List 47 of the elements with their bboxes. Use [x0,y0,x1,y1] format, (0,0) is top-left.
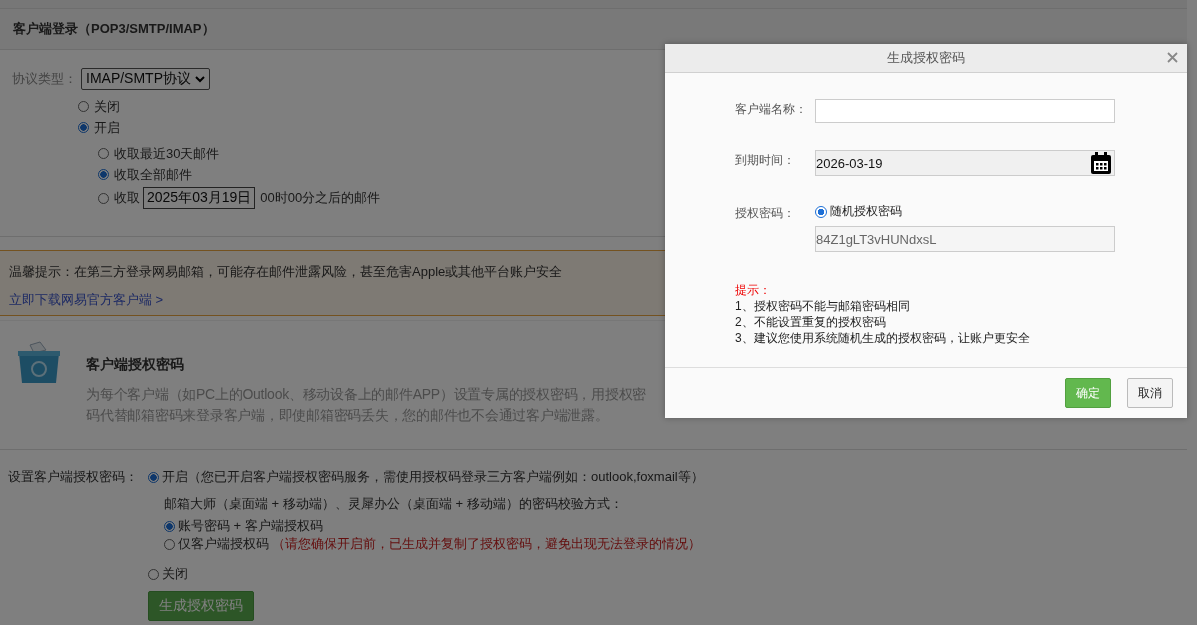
radio-label: 收取最近30天邮件 [114,144,220,163]
radio-label: 开启 [94,118,120,137]
radio-button[interactable] [98,192,109,204]
recycle-bin-icon [16,341,62,385]
client-name-field[interactable] [815,99,1115,123]
radio-label: 随机授权密码 [830,203,902,220]
warning-text: （请您确保开启前，已生成并复制了授权密码，避免出现无法登录的情况） [272,535,701,553]
radio-button[interactable] [98,169,109,180]
close-icon[interactable] [1167,52,1178,63]
tip-text: 2、不能设置重复的授权密码 [735,314,887,330]
section-title: 客户端登录（POP3/SMTP/IMAP） [13,20,215,38]
dialog-title: 生成授权密码 [887,49,965,67]
radio-label: 开启（您已开启客户端授权密码服务，需使用授权码登录三方客户端例如：outlook,foxmail等） [162,468,704,486]
time-suffix: 00时00分之后的邮件 [260,189,381,207]
radio-button[interactable] [148,471,159,483]
notice-text: 温馨提示：在第三方登录网易邮箱，可能存在邮件泄露风险，甚至危害Apple或其他平台账户安全 [9,263,563,281]
field-label: 到期时间： [735,152,796,169]
radio-button[interactable] [815,205,827,218]
verify-title: 邮箱大师（桌面端 + 移动端）、灵犀办公（桌面端 + 移动端）的密码校验方式： [164,495,624,513]
radio-label: 账号密码 + 客户端授权码 [178,517,323,535]
caret-icon [195,75,205,83]
radio-button[interactable] [164,520,175,532]
radio-label: 收取全部邮件 [114,165,192,184]
radio-button[interactable] [98,148,109,159]
password-field: 84Z1gLT3vHUNdxsL [815,226,1115,252]
tip-text: 1、授权密码不能与邮箱密码相同 [735,298,911,314]
radio-button[interactable] [148,568,159,580]
radio-button[interactable] [164,538,175,550]
tips-title: 提示： [735,282,772,298]
expiry-date-field[interactable]: 2026-03-19 [815,150,1115,176]
calendar-icon[interactable] [1090,151,1112,175]
radio-label: 仅客户端授权码 [178,535,269,553]
field-label: 客户端名称： [735,101,808,118]
download-link[interactable]: 立即下载网易官方客户端 > [9,291,164,309]
date-field[interactable]: 2025年03月19日 [143,187,256,209]
cancel-button[interactable]: 取消 [1127,378,1173,408]
radio-label: 关闭 [162,565,188,583]
radio-button[interactable] [78,101,89,112]
radio-label: 关闭 [94,97,120,116]
intro-title: 客户端授权密码 [86,356,185,374]
field-label: 授权密码： [735,205,796,222]
tip-text: 3、建议您使用系统随机生成的授权密码，让账户更安全 [735,330,1031,346]
radio-button[interactable] [78,122,89,133]
radio-label: 收取 [114,189,140,207]
setting-label: 设置客户端授权密码： [8,468,139,486]
protocol-label: 协议类型： [12,70,77,88]
protocol-select[interactable]: IMAP/SMTP协议 [81,68,210,90]
